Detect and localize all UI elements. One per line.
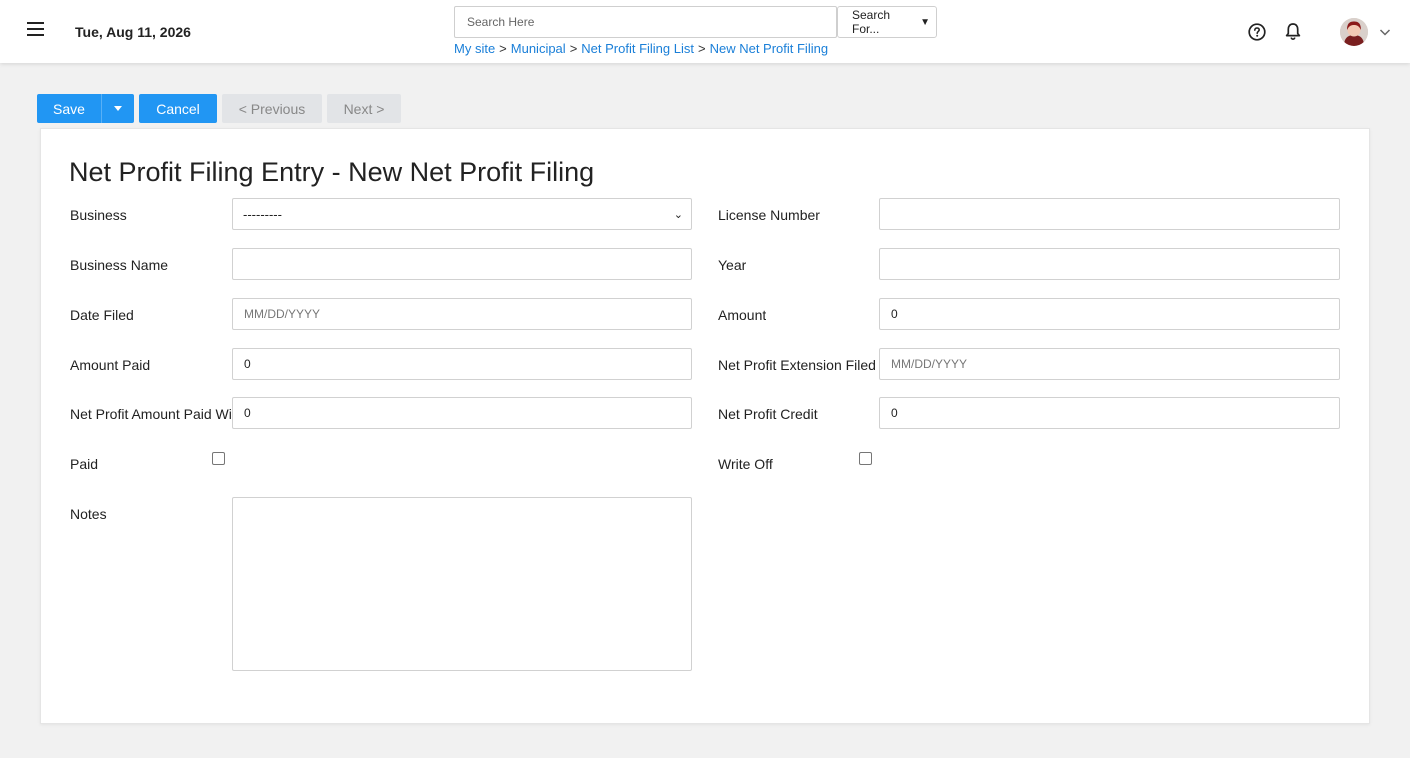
write-off-label: Write Off [718, 456, 773, 472]
save-dropdown-button[interactable] [101, 94, 134, 123]
amount-field[interactable] [879, 298, 1340, 330]
amount-paid-label: Amount Paid [70, 357, 151, 373]
previous-button[interactable]: < Previous [222, 94, 322, 123]
search-for-select[interactable]: Search For... ▼ [837, 6, 937, 38]
business-name-field[interactable] [232, 248, 692, 280]
amount-paid-field[interactable] [232, 348, 692, 380]
hamburger-icon[interactable] [27, 22, 47, 40]
net-profit-credit-label: Net Profit Credit [718, 406, 818, 422]
chevron-down-icon: ⌄ [673, 208, 683, 221]
save-button[interactable]: Save [37, 94, 101, 123]
breadcrumb-separator: > [569, 41, 578, 56]
business-label: Business [70, 207, 127, 223]
top-header: Tue, Aug 11, 2026 Search For... ▼ My sit… [0, 0, 1410, 63]
search-input[interactable] [454, 6, 837, 38]
date-filed-field[interactable] [232, 298, 692, 330]
amount-label: Amount [718, 307, 767, 323]
breadcrumb-municipal[interactable]: Municipal [511, 41, 566, 56]
paid-checkbox[interactable] [212, 452, 225, 465]
license-number-field[interactable] [879, 198, 1340, 230]
breadcrumb: My site > Municipal > Net Profit Filing List… [454, 41, 828, 56]
cancel-button[interactable]: Cancel [139, 94, 217, 123]
avatar-image [1340, 18, 1368, 46]
write-off-checkbox[interactable] [859, 452, 872, 465]
net-profit-extension-filed-field[interactable] [879, 348, 1340, 380]
year-label: Year [718, 257, 747, 273]
year-field[interactable] [879, 248, 1340, 280]
next-button[interactable]: Next > [327, 94, 401, 123]
current-date: Tue, Aug 11, 2026 [75, 24, 191, 40]
net-profit-amount-paid-wi-label: Net Profit Amount Paid Wi [70, 406, 232, 422]
business-select-value: --------- [243, 206, 282, 222]
bell-icon[interactable] [1284, 22, 1302, 41]
breadcrumb-my-site[interactable]: My site [454, 41, 495, 56]
breadcrumb-separator: > [499, 41, 507, 56]
business-name-label: Business Name [70, 257, 169, 273]
paid-label: Paid [70, 456, 99, 472]
notes-label: Notes [70, 506, 107, 522]
business-select[interactable]: --------- ⌄ [232, 198, 692, 230]
breadcrumb-new-net-profit-filing[interactable]: New Net Profit Filing [710, 41, 828, 56]
help-circle-icon[interactable] [1248, 23, 1266, 41]
license-number-label: License Number [718, 207, 820, 223]
chevron-down-icon[interactable] [1379, 27, 1391, 37]
notes-textarea[interactable] [232, 497, 692, 671]
net-profit-amount-paid-wi-field[interactable] [232, 397, 692, 429]
search-for-value: Search For... [852, 8, 891, 36]
breadcrumb-net-profit-filing-list[interactable]: Net Profit Filing List [581, 41, 694, 56]
breadcrumb-separator: > [697, 41, 706, 56]
avatar[interactable] [1340, 18, 1368, 46]
caret-down-icon [114, 106, 122, 111]
date-filed-label: Date Filed [70, 307, 134, 323]
net-profit-credit-field[interactable] [879, 397, 1340, 429]
chevron-down-icon: ▼ [920, 16, 930, 28]
page-title: Net Profit Filing Entry - New Net Profit… [69, 157, 595, 187]
net-profit-extension-filed-label: Net Profit Extension Filed [718, 357, 876, 373]
